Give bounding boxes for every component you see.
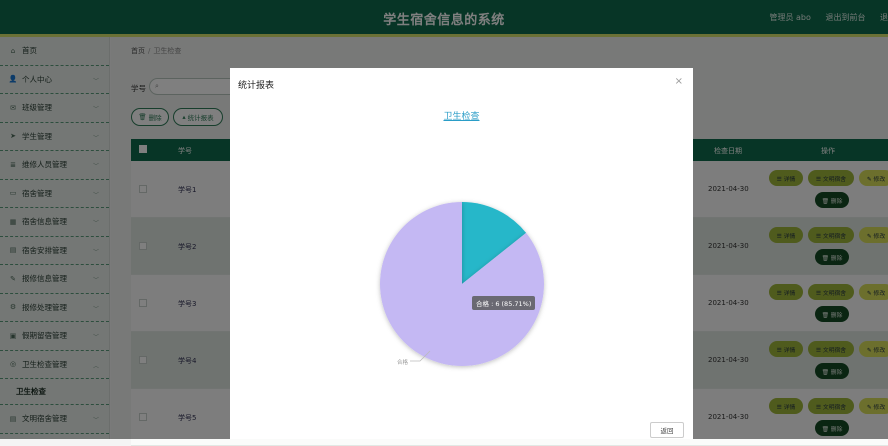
stats-report-dialog: 统计报表 × 卫生检查 合格 : 6 (85.71%) 合格 返回 [230,68,693,439]
slice-label-pass: 合格 [397,358,408,366]
pie-chart [230,68,693,439]
chart-tooltip: 合格 : 6 (85.71%) [472,296,535,310]
return-button[interactable]: 返回 [650,422,684,438]
